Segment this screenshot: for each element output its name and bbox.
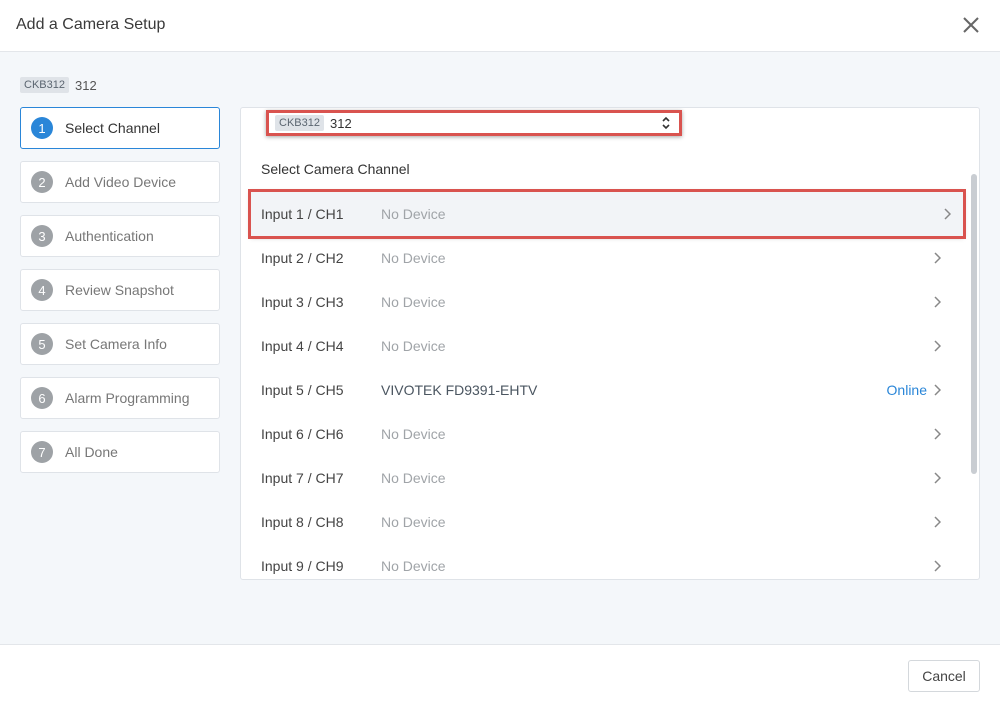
channel-row[interactable]: Input 5 / CH5 VIVOTEK FD9391-EHTV Online: [241, 368, 971, 412]
panel-name: 312: [74, 77, 97, 93]
chevron-right-icon: [934, 560, 941, 572]
channel-device: No Device: [381, 426, 446, 442]
panel-identifier: CKB312 312: [20, 77, 97, 93]
channel-row[interactable]: Input 8 / CH8 No Device: [241, 500, 971, 544]
step-label: Alarm Programming: [65, 390, 190, 406]
channel-input: Input 4 / CH4: [261, 338, 344, 354]
step-label: All Done: [65, 444, 118, 460]
step-number: 3: [31, 225, 53, 247]
channel-device: No Device: [381, 338, 446, 354]
channel-row[interactable]: Input 7 / CH7 No Device: [241, 456, 971, 500]
channel-panel: CKB312 312 Select Camera Channel Input 1…: [240, 107, 980, 580]
channel-row[interactable]: Input 1 / CH1 No Device: [248, 189, 966, 239]
cancel-button[interactable]: Cancel: [908, 660, 980, 692]
channel-status: Online: [886, 382, 927, 398]
dialog-footer: Cancel: [0, 644, 1000, 706]
channel-device: No Device: [381, 250, 446, 266]
chevron-right-icon: [944, 208, 951, 220]
scrollbar[interactable]: [971, 174, 977, 474]
channel-input: Input 9 / CH9: [261, 558, 344, 574]
step-authentication[interactable]: 3 Authentication: [20, 215, 220, 257]
channel-device: No Device: [381, 206, 446, 222]
channel-row[interactable]: Input 3 / CH3 No Device: [241, 280, 971, 324]
panel-select-value: 312: [329, 115, 352, 131]
chevron-right-icon: [934, 340, 941, 352]
select-arrows-icon: [662, 116, 670, 130]
step-number: 5: [31, 333, 53, 355]
chevron-right-icon: [934, 384, 941, 396]
channel-input: Input 6 / CH6: [261, 426, 344, 442]
channel-input: Input 3 / CH3: [261, 294, 344, 310]
close-icon[interactable]: [960, 14, 982, 36]
channel-list: Input 1 / CH1 No Device Input 2 / CH2 No…: [241, 189, 971, 579]
step-number: 6: [31, 387, 53, 409]
channel-device: No Device: [381, 514, 446, 530]
channel-input: Input 7 / CH7: [261, 470, 344, 486]
panel-select-tag: CKB312: [275, 115, 324, 131]
channel-input: Input 1 / CH1: [261, 206, 344, 222]
channel-row[interactable]: Input 4 / CH4 No Device: [241, 324, 971, 368]
step-number: 7: [31, 441, 53, 463]
step-review-snapshot[interactable]: 4 Review Snapshot: [20, 269, 220, 311]
step-alarm-programming[interactable]: 6 Alarm Programming: [20, 377, 220, 419]
chevron-right-icon: [934, 516, 941, 528]
channel-input: Input 8 / CH8: [261, 514, 344, 530]
channel-row[interactable]: Input 9 / CH9 No Device: [241, 544, 971, 579]
step-select-channel[interactable]: 1 Select Channel: [20, 107, 220, 149]
step-number: 2: [31, 171, 53, 193]
step-label: Authentication: [65, 228, 154, 244]
dialog-header: Add a Camera Setup: [0, 0, 1000, 52]
step-number: 1: [31, 117, 53, 139]
channel-device: No Device: [381, 470, 446, 486]
step-label: Review Snapshot: [65, 282, 174, 298]
channel-row[interactable]: Input 2 / CH2 No Device: [241, 236, 971, 280]
chevron-right-icon: [934, 428, 941, 440]
channel-device: VIVOTEK FD9391-EHTV: [381, 382, 538, 398]
chevron-right-icon: [934, 252, 941, 264]
channel-row[interactable]: Input 6 / CH6 No Device: [241, 412, 971, 456]
step-set-camera-info[interactable]: 5 Set Camera Info: [20, 323, 220, 365]
channel-input: Input 5 / CH5: [261, 382, 344, 398]
step-list: 1 Select Channel 2 Add Video Device 3 Au…: [20, 107, 220, 485]
panel-tag-badge: CKB312: [20, 77, 69, 93]
channel-device: No Device: [381, 294, 446, 310]
dialog-body: CKB312 312 1 Select Channel 2 Add Video …: [0, 52, 1000, 644]
step-add-video-device[interactable]: 2 Add Video Device: [20, 161, 220, 203]
dialog-title: Add a Camera Setup: [16, 16, 166, 33]
step-all-done[interactable]: 7 All Done: [20, 431, 220, 473]
chevron-right-icon: [934, 472, 941, 484]
step-number: 4: [31, 279, 53, 301]
step-label: Add Video Device: [65, 174, 177, 190]
channel-device: No Device: [381, 558, 446, 574]
panel-select[interactable]: CKB312 312: [266, 110, 682, 136]
chevron-right-icon: [934, 296, 941, 308]
section-label: Select Camera Channel: [261, 161, 410, 177]
channel-input: Input 2 / CH2: [261, 250, 344, 266]
step-label: Select Channel: [65, 120, 160, 136]
step-label: Set Camera Info: [65, 336, 167, 352]
